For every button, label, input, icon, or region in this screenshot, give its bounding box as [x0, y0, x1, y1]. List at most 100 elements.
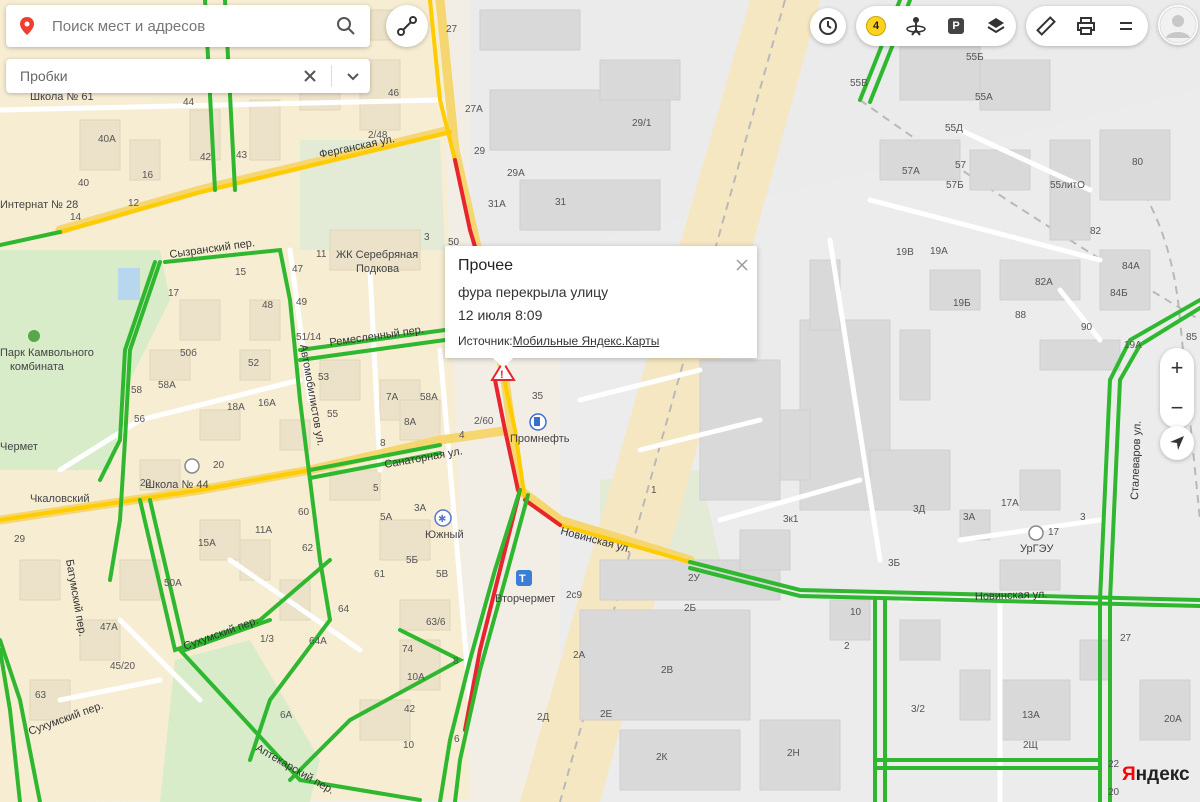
house-number-label: 84Б	[1110, 288, 1128, 299]
routes-button[interactable]	[386, 5, 428, 47]
house-number-label: 2	[844, 641, 850, 652]
house-number-label: 82А	[1035, 277, 1053, 288]
house-number-label: 31А	[488, 199, 506, 210]
house-number-label: 22	[140, 478, 152, 489]
house-number-label: 63/6	[426, 617, 446, 628]
house-number-label: 57А	[902, 166, 920, 177]
house-number-label: 2В	[661, 665, 674, 676]
close-icon[interactable]	[303, 69, 317, 83]
svg-text:✱: ✱	[438, 514, 446, 525]
poi-label[interactable]: Чермет	[0, 441, 38, 453]
house-number-label: 7А	[386, 392, 399, 403]
tools-toolbar[interactable]	[1026, 6, 1148, 46]
traffic-jams-button[interactable]: 4	[856, 6, 896, 46]
poi-label[interactable]: Чкаловский	[30, 493, 90, 505]
house-number-label: 27А	[465, 104, 483, 115]
house-number-label: 10А	[407, 672, 425, 683]
search-bar[interactable]	[6, 5, 370, 47]
house-number-label: 3А	[963, 512, 976, 523]
house-number-label: 8	[453, 656, 459, 667]
print-button[interactable]	[1066, 6, 1106, 46]
house-number-label: 20	[1108, 787, 1120, 798]
house-number-label: 35	[532, 391, 544, 402]
park-icon	[28, 330, 40, 342]
parking-button[interactable]: P	[936, 6, 976, 46]
house-number-label: 58А	[420, 392, 438, 403]
poi-label[interactable]: Интернат № 28	[0, 199, 78, 211]
house-number-label: 5Б	[406, 555, 419, 566]
poi-label[interactable]: Вторчермет	[495, 593, 555, 605]
poi-label[interactable]: комбината	[10, 361, 65, 373]
house-number-label: 14	[70, 212, 82, 223]
menu-button[interactable]	[1106, 6, 1146, 46]
logo-rest: ндекс	[1135, 764, 1190, 785]
person-icon	[906, 17, 926, 36]
poi-label[interactable]: Школа № 44	[145, 479, 209, 491]
school-icon[interactable]	[184, 458, 200, 474]
house-number-label: 55В	[850, 78, 868, 89]
tram-stop-icon[interactable]: T	[516, 570, 532, 586]
poi-label[interactable]: Промнефть	[510, 433, 570, 445]
search-input[interactable]	[50, 16, 336, 36]
geolocation-button[interactable]	[1160, 426, 1194, 460]
house-number-label: 58А	[158, 380, 176, 391]
house-number-label: 13А	[1022, 710, 1040, 721]
poi-label[interactable]: Подкова	[356, 263, 400, 275]
popup-source-link[interactable]: Мобильные Яндекс.Карты	[513, 334, 660, 348]
house-number-label: 2Б	[684, 603, 697, 614]
house-number-label: 3/2	[911, 704, 925, 715]
house-number-label: 63	[35, 690, 47, 701]
house-number-label: 11	[316, 249, 327, 260]
house-number-label: 46	[388, 88, 400, 99]
house-number-label: 58	[131, 385, 143, 396]
house-number-label: 4	[459, 430, 465, 441]
divider	[331, 65, 332, 87]
house-number-label: 3	[424, 232, 430, 243]
house-number-label: 20	[213, 460, 225, 471]
ruler-button[interactable]	[1026, 6, 1066, 46]
user-avatar-button[interactable]	[1158, 5, 1198, 45]
poi-label[interactable]: ЖК Серебряная	[336, 249, 418, 261]
layers-toolbar[interactable]: 4 P	[856, 6, 1016, 46]
house-number-label: 57Б	[946, 180, 964, 191]
poi-label[interactable]: УрГЭУ	[1020, 543, 1054, 555]
university-icon[interactable]	[1028, 525, 1044, 541]
house-number-label: 48	[262, 300, 274, 311]
hamburger-icon	[1120, 22, 1132, 30]
house-number-label: 17	[1048, 527, 1060, 538]
house-number-label: 84А	[1122, 261, 1140, 272]
clock-icon	[819, 17, 837, 35]
panorama-button[interactable]	[896, 6, 936, 46]
time-button[interactable]	[810, 8, 846, 44]
yandex-logo[interactable]: Яндекс	[1122, 764, 1190, 786]
street-label: Новинская ул.	[975, 588, 1048, 603]
shop-icon[interactable]: ✱	[434, 509, 452, 527]
gas-station-icon[interactable]	[529, 413, 547, 431]
house-number-label: 74	[402, 644, 414, 655]
zoom-in-button[interactable]: +	[1160, 348, 1194, 388]
traffic-layer-selector[interactable]: Пробки	[6, 59, 370, 93]
house-number-label: 11А	[255, 525, 272, 536]
map-canvas[interactable]: ! ✱ T Ремесленный пер. Санаторная ул. Но…	[0, 0, 1200, 802]
house-number-label: 5В	[436, 569, 449, 580]
house-number-label: 19Б	[953, 298, 971, 309]
house-number-label: 29	[14, 534, 26, 545]
svg-text:!: !	[500, 369, 504, 381]
incident-popup: Прочее фура перекрыла улицу 12 июля 8:09…	[445, 246, 757, 368]
house-number-label: 2Н	[787, 748, 800, 759]
poi-label[interactable]: Парк Камвольного	[0, 347, 94, 359]
house-number-label: 1/3	[260, 634, 274, 645]
close-icon[interactable]	[735, 258, 749, 272]
house-number-label: 19В	[896, 247, 914, 258]
house-number-label: 40А	[98, 134, 116, 145]
poi-label[interactable]: Южный	[425, 529, 464, 541]
house-number-label: 8А	[404, 417, 417, 428]
house-number-label: 3А	[414, 503, 427, 514]
house-number-label: 5А	[380, 512, 393, 523]
house-number-label: 27	[446, 24, 458, 35]
search-icon[interactable]	[336, 16, 356, 36]
map-layers-button[interactable]	[976, 6, 1016, 46]
chevron-down-icon[interactable]	[346, 69, 360, 83]
house-number-label: 8	[380, 438, 386, 449]
zoom-out-button[interactable]: −	[1160, 388, 1194, 428]
